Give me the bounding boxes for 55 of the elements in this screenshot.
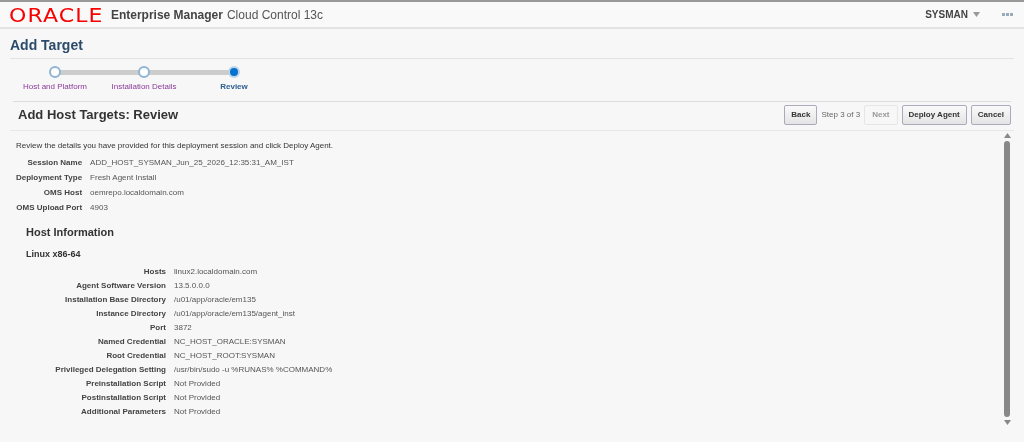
user-menu[interactable]: SYSMAN [925,7,980,22]
vertical-scrollbar[interactable] [1003,133,1011,425]
field-value: ADD_HOST_SYSMAN_Jun_25_2026_12:35:31_AM_IST [90,158,295,168]
field-label: Privileged Delegation Setting [54,365,166,375]
scrollbar-thumb[interactable] [1004,141,1010,417]
field-label: OMS Host [42,188,83,198]
field-value: /u01/app/oracle/em135 [174,295,257,305]
more-icon[interactable] [1002,13,1013,16]
step-indicator: Step 3 of 3 [821,108,861,121]
section-title: Add Host Targets: Review [17,105,180,124]
scroll-down-icon[interactable] [1003,420,1011,425]
field-label: Preinstallation Script [84,379,166,389]
scroll-up-icon[interactable] [1003,133,1011,138]
field-label: OMS Upload Port [16,203,83,213]
field-label: Root Credential [105,351,166,361]
field-value: /usr/bin/sudo -u %RUNAS% %COMMAND% [174,365,334,375]
product-edition: Cloud Control 13c [226,6,323,24]
product-name: Enterprise Manager [110,6,223,24]
toolbar-button[interactable]: Cancel [970,104,1011,125]
dropdown-caret-icon [973,12,980,17]
field-label: Session Name [26,158,83,168]
field-label: Postinstallation Script [80,393,166,403]
field-value: /u01/app/oracle/em135/agent_inst [174,309,296,319]
field-label: Installation Base Directory [64,295,166,305]
field-label: Additional Parameters [80,407,166,417]
field-value: linux2.localdomain.com [174,267,259,277]
oracle-logo: ORACLE [9,4,104,25]
field-value: 4903 [90,203,109,213]
platform-heading: Linux x86-64 [26,248,82,260]
instruction-text: Review the details you have provided for this deployment session and click Deploy Agent. [16,141,335,151]
train-step-link[interactable]: Host and Platform [23,81,87,93]
field-value: NC_HOST_ROOT:SYSMAN [174,351,276,361]
field-value: oemrepo.localdomain.com [90,188,185,198]
train-step-link[interactable]: Review [220,81,248,93]
page-title: Add Target [10,29,1014,59]
field-value: 13.5.0.0.0 [174,281,211,291]
host-information-heading: Host Information [26,225,115,239]
field-value: NC_HOST_ORACLE:SYSMAN [174,337,287,347]
field-label: Hosts [142,267,166,277]
field-label: Instance Directory [95,309,166,319]
toolbar-button[interactable]: Back [784,104,818,125]
field-value: Not Provided [174,393,222,403]
field-label: Agent Software Version [75,281,166,291]
field-label: Named Credential [96,337,166,347]
field-label: Deployment Type [16,173,83,183]
train-stop[interactable] [228,66,240,78]
field-value: Not Provided [174,407,222,417]
train-stop[interactable] [49,66,61,78]
toolbar-button[interactable]: Deploy Agent [901,104,967,125]
train-step-link[interactable]: Installation Details [111,81,177,93]
field-value: Not Provided [174,379,222,389]
field-value: 3872 [174,323,193,333]
field-value: Fresh Agent Install [90,173,158,183]
train-stop[interactable] [138,66,150,78]
field-label: Port [149,323,166,333]
